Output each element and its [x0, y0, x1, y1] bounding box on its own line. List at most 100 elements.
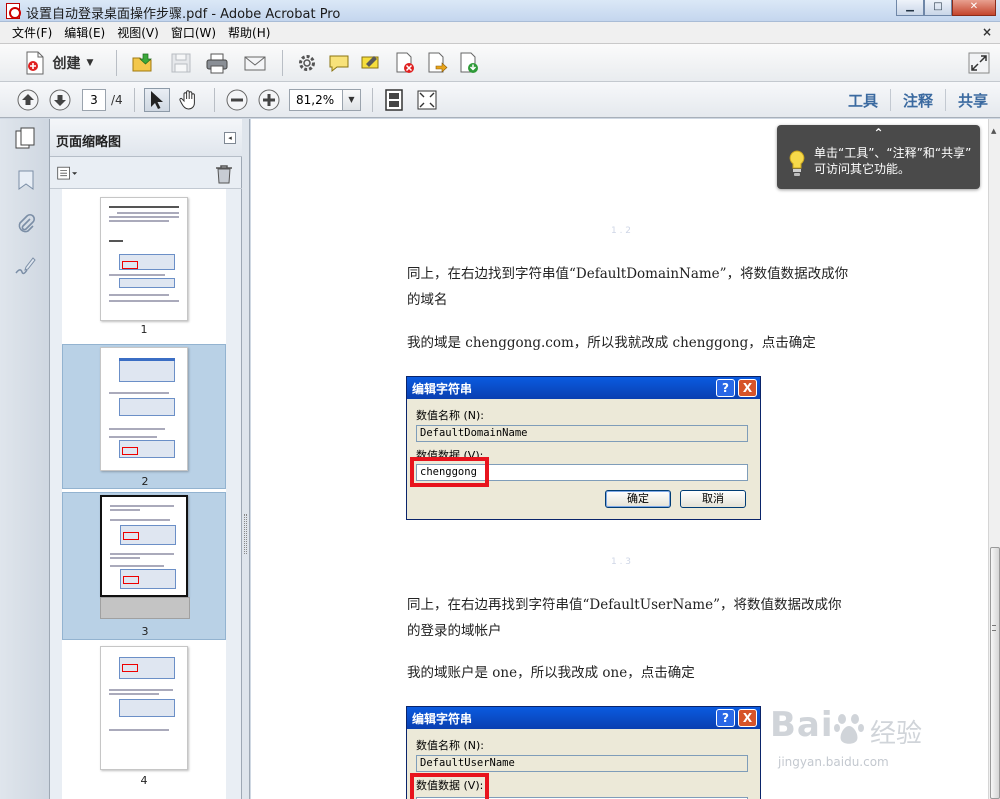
- comment-link[interactable]: 注释: [891, 90, 945, 111]
- thumbnail-options-button[interactable]: [56, 163, 78, 185]
- dialog-title-bar: 编辑字符串 ? X: [407, 707, 760, 729]
- bookmarks-tab[interactable]: [15, 169, 37, 191]
- close-icon: X: [738, 379, 757, 397]
- options-menu-icon: [57, 166, 78, 180]
- page-thumbnail-2[interactable]: 2: [62, 344, 226, 489]
- vertical-scrollbar[interactable]: ▲: [988, 119, 1000, 799]
- open-button[interactable]: [132, 52, 154, 74]
- close-document-icon[interactable]: ×: [982, 25, 992, 39]
- print-button[interactable]: [206, 52, 228, 74]
- red-highlight-box: [410, 457, 489, 487]
- minimize-icon: ▁: [906, 1, 914, 12]
- expand-icon: [968, 52, 990, 74]
- export-button[interactable]: [426, 52, 448, 74]
- share-link[interactable]: 共享: [946, 90, 1000, 111]
- highlight-button[interactable]: [360, 52, 382, 74]
- maximize-icon: □: [933, 1, 943, 12]
- page-total-label: /4: [111, 93, 123, 107]
- page-thumbnail-3[interactable]: 3: [62, 492, 226, 640]
- email-button[interactable]: [244, 52, 266, 74]
- page-thumbnail-1[interactable]: 1: [62, 189, 226, 339]
- attachments-tab[interactable]: [15, 213, 37, 235]
- select-tool-button[interactable]: [144, 88, 170, 112]
- value-name-label: 数值名称 (N):: [416, 409, 485, 422]
- create-label: 创建: [52, 56, 81, 72]
- fullscreen-button[interactable]: [968, 52, 990, 74]
- page-thumbnails-tab[interactable]: [14, 127, 36, 149]
- paragraph-3-line-2: 的登录的域帐户: [407, 623, 502, 639]
- toolbar-separator: [116, 50, 117, 76]
- page-insert-icon: [460, 52, 478, 73]
- document-view[interactable]: 1 . 2 同上，在右边找到字符串值“DefaultDomainName”，将数…: [251, 119, 988, 799]
- cursor-arrow-icon: [151, 91, 163, 109]
- dialog-title: 编辑字符串: [412, 382, 473, 396]
- signatures-tab[interactable]: [14, 255, 36, 277]
- zoom-level-input[interactable]: 81,2% ▼: [289, 89, 361, 111]
- settings-button[interactable]: [296, 52, 318, 74]
- tools-link[interactable]: 工具: [836, 90, 890, 111]
- create-button[interactable]: 创建 ▼: [16, 50, 102, 76]
- maximize-button[interactable]: □: [924, 0, 952, 16]
- value-name-label: 数值名称 (N):: [416, 739, 485, 752]
- menu-edit[interactable]: 编辑(E): [58, 24, 111, 41]
- menu-view[interactable]: 视图(V): [111, 24, 165, 41]
- chevron-up-icon[interactable]: ⌃: [777, 126, 980, 140]
- minimize-button[interactable]: ▁: [896, 0, 924, 16]
- menu-file[interactable]: 文件(F): [6, 24, 58, 41]
- delete-page-button[interactable]: [394, 52, 416, 74]
- save-button[interactable]: [170, 52, 192, 74]
- page-number-input[interactable]: 3: [82, 89, 106, 111]
- thumbnail-image: [100, 495, 188, 597]
- value-name-field: DefaultUserName: [416, 755, 748, 772]
- paragraph-2: 我的域是 chenggong.com，所以我就改成 chenggong，点击确定: [407, 335, 816, 351]
- collapse-panel-icon[interactable]: ◂: [224, 132, 236, 144]
- faint-section-mark: 1 . 2: [611, 226, 632, 236]
- red-highlight-box: [410, 773, 489, 799]
- zoom-in-button[interactable]: [258, 89, 280, 111]
- delete-pages-button[interactable]: [213, 163, 235, 185]
- envelope-icon: [244, 56, 266, 71]
- thumbnail-page-number: 2: [141, 475, 149, 488]
- tooltip-line-1: 单击“工具”、“注释”和“共享”: [814, 146, 972, 160]
- menu-bar: 文件(F) 编辑(E) 视图(V) 窗口(W) 帮助(H) ×: [0, 22, 1000, 44]
- scroll-up-arrow-icon[interactable]: ▲: [991, 127, 996, 135]
- baidu-jingyan-watermark: Bai 经验 jingyan.baidu.com: [770, 705, 970, 775]
- highlighter-icon: [361, 56, 379, 69]
- close-icon: X: [738, 709, 757, 727]
- previous-page-button[interactable]: [17, 89, 39, 111]
- plus-circle-icon: [258, 89, 280, 111]
- chevron-down-icon[interactable]: ▼: [342, 90, 360, 110]
- menu-help[interactable]: 帮助(H): [222, 24, 276, 41]
- next-page-button[interactable]: [49, 89, 71, 111]
- scrollbar-thumb[interactable]: [990, 547, 1000, 799]
- page-thumbnail-4[interactable]: 4: [62, 642, 226, 792]
- thumbnail-image: [100, 197, 188, 321]
- insert-page-button[interactable]: [458, 52, 480, 74]
- hand-tool-button[interactable]: [178, 89, 200, 111]
- zoom-value: 81,2%: [296, 93, 335, 107]
- fit-width-button[interactable]: [416, 89, 438, 111]
- pane-splitter[interactable]: [242, 119, 250, 799]
- task-pane-hint-tooltip[interactable]: ⌃ 单击“工具”、“注释”和“共享” 可访问其它功能。: [777, 125, 980, 189]
- thumbnail-viewport-overflow: [100, 597, 190, 619]
- paragraph-3-line-1: 同上，在右边再找到字符串值“DefaultUserName”，将数值数据改成你: [407, 597, 842, 613]
- menu-window[interactable]: 窗口(W): [165, 24, 222, 41]
- trash-icon: [216, 165, 232, 184]
- window-title: 设置自动登录桌面操作步骤.pdf - Adobe Acrobat Pro: [26, 7, 341, 22]
- paperclip-icon: [18, 213, 36, 233]
- paragraph-4: 我的域账户是 one，所以我改成 one，点击确定: [407, 665, 695, 681]
- watermark-brand: Bai: [770, 705, 834, 745]
- fit-page-button[interactable]: [383, 89, 405, 111]
- navigation-toolbar: 3 /4 81,2% ▼ 工具 注释 共享: [0, 82, 1000, 118]
- paragraph-1-line-2: 的域名: [407, 292, 448, 308]
- fit-page-icon: [385, 89, 403, 111]
- close-window-button[interactable]: ✕: [952, 0, 996, 16]
- zoom-out-button[interactable]: [226, 89, 248, 111]
- ok-button: 确定: [605, 490, 671, 508]
- faint-section-mark: 1 . 3: [611, 557, 632, 567]
- thumbnail-image: [100, 347, 188, 471]
- comment-button[interactable]: [328, 52, 350, 74]
- printer-icon: [206, 53, 228, 74]
- hand-icon: [179, 90, 195, 110]
- splitter-grip: [244, 514, 247, 554]
